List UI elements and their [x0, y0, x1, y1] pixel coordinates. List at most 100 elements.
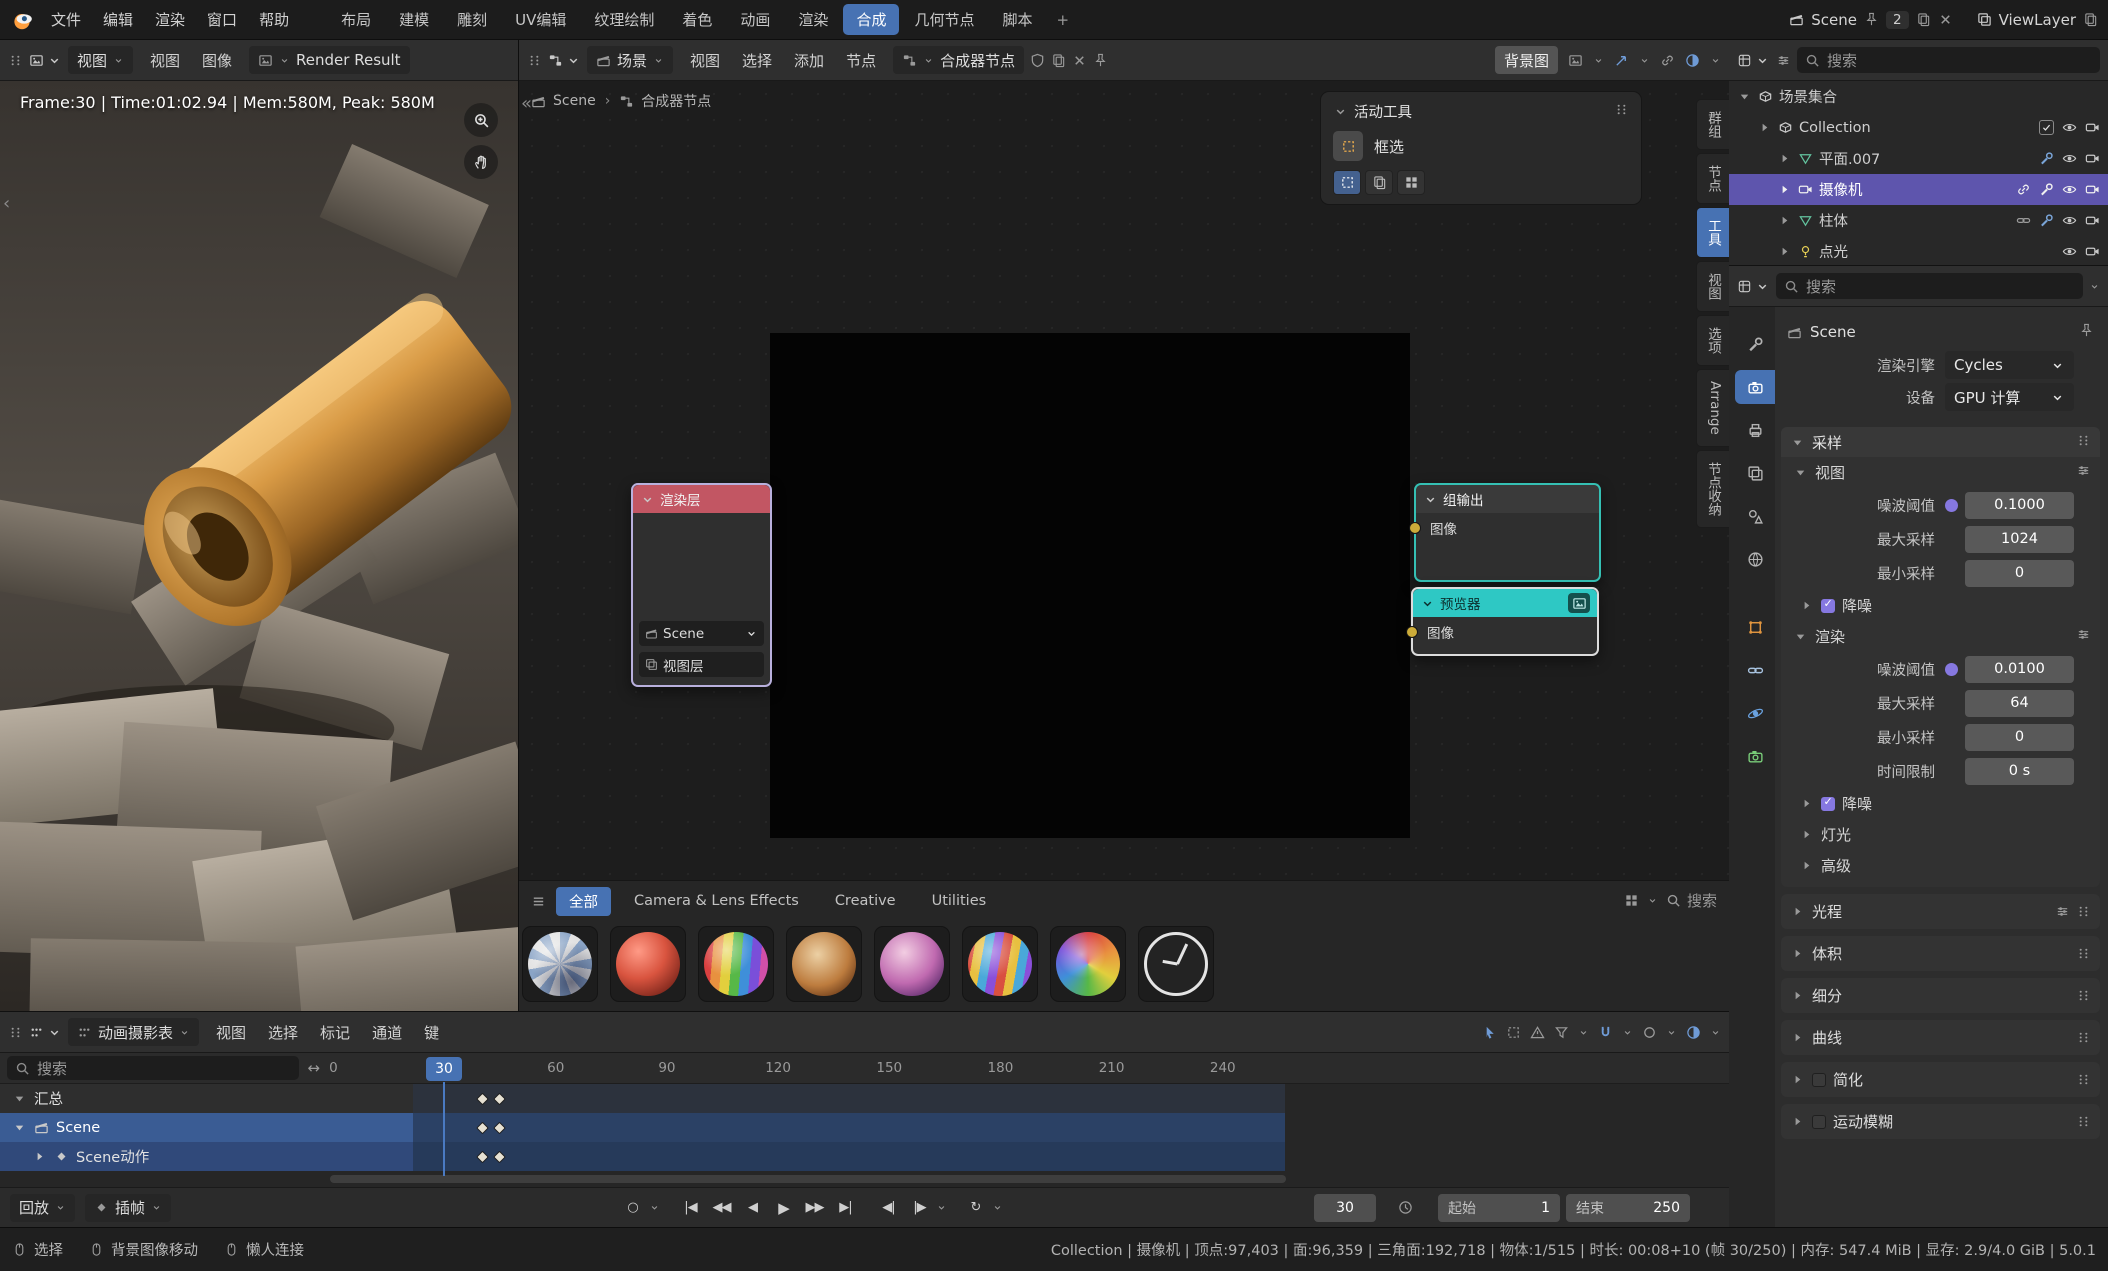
hide-in-viewport-icon[interactable]	[2062, 213, 2077, 228]
expand-icon[interactable]	[12, 1091, 27, 1106]
wrench-icon[interactable]	[2039, 213, 2054, 228]
node-header[interactable]: 组输出	[1416, 485, 1599, 513]
panel-grip-icon[interactable]	[2076, 433, 2091, 448]
panel-grip-icon[interactable]	[2076, 1114, 2091, 1129]
sidebar-tab[interactable]: Arrange	[1696, 369, 1729, 447]
properties-tab-world[interactable]	[1735, 542, 1775, 576]
outliner-row[interactable]: 场景集合	[1729, 81, 2108, 112]
playhead-frame-badge[interactable]: 30	[426, 1057, 462, 1081]
outliner-row[interactable]: 点光	[1729, 236, 2108, 265]
outliner-filter-icon[interactable]	[1776, 53, 1791, 68]
checkbox[interactable]	[1821, 797, 1835, 811]
pan-hand-gizmo[interactable]	[464, 145, 498, 179]
workspace-tab[interactable]: 建模	[386, 4, 442, 35]
sidebar-tab[interactable]: 视图	[1696, 261, 1729, 312]
playback-popover[interactable]: 回放	[10, 1194, 75, 1222]
menu-item[interactable]: 标记	[309, 1012, 361, 1052]
panel-section[interactable]: 体积	[1781, 936, 2100, 971]
properties-tab-physics[interactable]	[1735, 696, 1775, 730]
asset-thumbnail-checker-sphere[interactable]	[522, 926, 598, 1002]
step-back-button[interactable]: ◀|	[874, 1195, 903, 1221]
animate-toggle[interactable]	[1945, 663, 1958, 676]
expand-icon[interactable]	[1777, 151, 1792, 166]
collapse-node-icon[interactable]	[1420, 596, 1435, 611]
hide-in-viewport-icon[interactable]	[2062, 244, 2077, 259]
auto-keyframe-button[interactable]: ○	[618, 1195, 647, 1221]
expand-icon[interactable]	[1790, 435, 1805, 450]
animation-channel[interactable]: Scene	[0, 1113, 1729, 1142]
animation-channel[interactable]: 汇总	[0, 1084, 1729, 1113]
node-header[interactable]: 预览器	[1413, 589, 1597, 617]
panel-grip-icon[interactable]	[2076, 1072, 2091, 1087]
sidebar-tab[interactable]: 群组	[1696, 99, 1729, 150]
region-collapse-icon[interactable]: ‹	[3, 193, 10, 214]
frame-end-field[interactable]: 结束250	[1566, 1194, 1690, 1222]
workspace-tab[interactable]: 渲染	[785, 4, 841, 35]
render-engine-dropdown[interactable]: Cycles	[1945, 351, 2074, 379]
disable-in-render-icon[interactable]	[2085, 120, 2100, 135]
step-forward-button[interactable]: |▶	[905, 1195, 934, 1221]
properties-tab-object-data[interactable]	[1735, 739, 1775, 773]
disable-in-render-icon[interactable]	[2085, 151, 2100, 166]
checkbox[interactable]	[1812, 1115, 1826, 1129]
properties-tab-scene[interactable]	[1735, 499, 1775, 533]
properties-tab-view-layer[interactable]	[1735, 456, 1775, 490]
copy-view-layer-icon[interactable]	[2083, 12, 2098, 27]
active-tool-button[interactable]: 框选	[1333, 131, 1629, 161]
menu-item[interactable]: 节点	[835, 40, 887, 80]
tool-extend-select-button[interactable]	[1365, 170, 1393, 195]
channel-track[interactable]	[413, 1084, 1285, 1113]
asset-catalog-tab[interactable]: Creative	[822, 889, 909, 913]
asset-thumbnail-bands-sphere[interactable]	[962, 926, 1038, 1002]
workspace-tab[interactable]: 雕刻	[444, 4, 500, 35]
menu-item[interactable]: 文件	[40, 0, 92, 40]
unlink-scene-icon[interactable]	[1938, 12, 1953, 27]
panel-grip-icon[interactable]	[1614, 102, 1629, 117]
menu-item[interactable]: 视图	[205, 1012, 257, 1052]
hide-in-viewport-icon[interactable]	[2062, 151, 2077, 166]
expand-icon[interactable]	[1799, 598, 1814, 613]
expand-icon[interactable]	[12, 1120, 27, 1135]
node-tree-selector[interactable]: 合成器节点	[893, 46, 1024, 74]
outliner-row[interactable]: Collection	[1729, 112, 2108, 143]
workspace-tab[interactable]: 纹理绘制	[581, 4, 667, 35]
disable-in-render-icon[interactable]	[2085, 182, 2100, 197]
collapse-node-icon[interactable]	[640, 492, 655, 507]
asset-thumbnail-clock[interactable]	[1138, 926, 1214, 1002]
panel-section[interactable]: 曲线	[1781, 1020, 2100, 1055]
channel-track[interactable]	[413, 1113, 1285, 1142]
menu-item[interactable]: 通道	[361, 1012, 413, 1052]
editor-type-button[interactable]	[1737, 53, 1770, 68]
collapse-node-icon[interactable]	[1423, 492, 1438, 507]
channel-search-input[interactable]: 搜索	[7, 1056, 299, 1080]
next-keyframe-button[interactable]: ▶▶	[800, 1195, 829, 1221]
collection-checkbox[interactable]	[2039, 120, 2054, 135]
device-dropdown[interactable]: GPU 计算	[1945, 383, 2074, 411]
panel-grip-icon[interactable]	[2076, 946, 2091, 961]
asset-search-input[interactable]: 搜索	[1666, 890, 1717, 911]
wrench-icon[interactable]	[2039, 151, 2054, 166]
preset-icon[interactable]	[2055, 904, 2070, 919]
subpanel-row[interactable]: 降噪	[1781, 788, 2100, 819]
image-input-socket[interactable]	[1406, 626, 1418, 638]
expand-icon[interactable]	[1737, 89, 1752, 104]
wrench-icon[interactable]	[2039, 182, 2054, 197]
jump-to-end-button[interactable]: ▶|	[831, 1195, 860, 1221]
sampling-panel-header[interactable]: 采样	[1781, 427, 2100, 457]
checkbox[interactable]	[1812, 1073, 1826, 1087]
properties-tab-output[interactable]	[1735, 413, 1775, 447]
value-field[interactable]: 1024	[1965, 526, 2074, 553]
overlays-toggle-icon[interactable]	[1685, 53, 1700, 68]
link-icon[interactable]	[2016, 182, 2031, 197]
image-input-socket[interactable]	[1409, 522, 1421, 534]
editor-type-button[interactable]	[29, 1025, 62, 1040]
fake-user-icon[interactable]	[1030, 53, 1045, 68]
properties-tab-object[interactable]	[1735, 610, 1775, 644]
menu-item[interactable]: 渲染	[144, 0, 196, 40]
editor-type-button[interactable]	[29, 53, 62, 68]
scene-user-count[interactable]: 2	[1886, 11, 1909, 29]
value-field[interactable]: 0	[1965, 560, 2074, 587]
properties-tab-tool[interactable]	[1735, 327, 1775, 361]
workspace-tab[interactable]: 动画	[727, 4, 783, 35]
group-output-node[interactable]: 组输出图像	[1414, 483, 1601, 582]
